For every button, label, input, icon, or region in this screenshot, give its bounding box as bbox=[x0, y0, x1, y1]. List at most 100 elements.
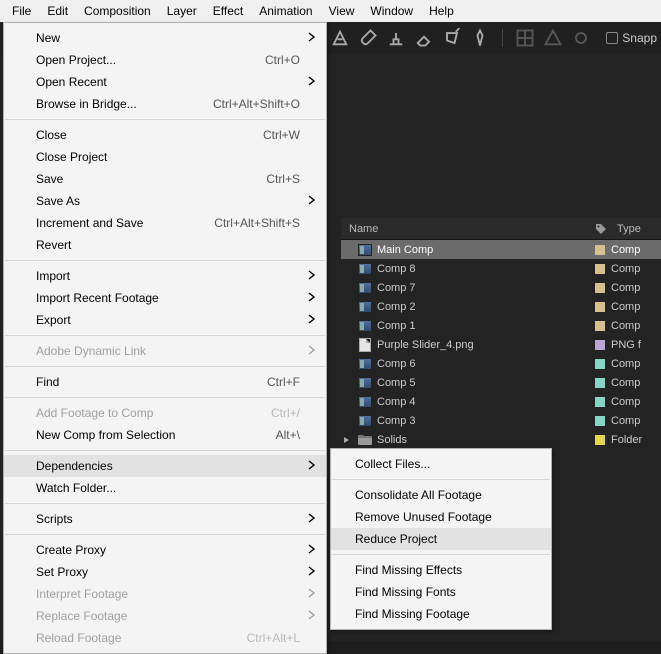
project-row[interactable]: Comp 2Comp bbox=[341, 297, 661, 316]
menuitem-import[interactable]: Import bbox=[4, 265, 326, 287]
menuitem-close[interactable]: CloseCtrl+W bbox=[4, 124, 326, 146]
submenuitem-find-missing-footage[interactable]: Find Missing Footage bbox=[331, 603, 551, 625]
menu-file[interactable]: File bbox=[4, 1, 39, 21]
composition-icon bbox=[358, 282, 372, 294]
menuitem-label: Browse in Bridge... bbox=[36, 97, 213, 111]
menuitem-scripts[interactable]: Scripts bbox=[4, 508, 326, 530]
menuitem-label: Scripts bbox=[36, 512, 300, 526]
menuitem-label: Add Footage to Comp bbox=[36, 406, 271, 420]
grid-icon[interactable] bbox=[515, 28, 535, 48]
dependencies-submenu: Collect Files... Consolidate All Footage R… bbox=[330, 448, 552, 630]
brush-icon[interactable] bbox=[358, 28, 378, 48]
submenuitem-reduce-project[interactable]: Reduce Project bbox=[331, 528, 551, 550]
view-icon[interactable] bbox=[571, 28, 591, 48]
menuitem-create-proxy[interactable]: Create Proxy bbox=[4, 539, 326, 561]
project-item-type: Comp bbox=[611, 396, 661, 408]
menuitem-label: Watch Folder... bbox=[36, 481, 300, 495]
menuitem-label: Close bbox=[36, 128, 263, 142]
menuitem-revert[interactable]: Revert bbox=[4, 234, 326, 256]
submenuitem-collect-files[interactable]: Collect Files... bbox=[331, 453, 551, 475]
snapping-toggle[interactable]: Snapp bbox=[606, 31, 661, 45]
project-item-name: Comp 6 bbox=[373, 358, 589, 370]
project-item-type: Comp bbox=[611, 415, 661, 427]
project-row[interactable]: Comp 5Comp bbox=[341, 373, 661, 392]
menu-help[interactable]: Help bbox=[421, 1, 462, 21]
project-row[interactable]: Comp 6Comp bbox=[341, 354, 661, 373]
menuitem-close-project[interactable]: Close Project bbox=[4, 146, 326, 168]
project-row[interactable]: Solids Folder bbox=[341, 430, 661, 449]
submenuitem-remove-unused-footage[interactable]: Remove Unused Footage bbox=[331, 506, 551, 528]
project-row[interactable]: Comp 7Comp bbox=[341, 278, 661, 297]
menu-window[interactable]: Window bbox=[362, 1, 421, 21]
menuitem-browse-in-bridge[interactable]: Browse in Bridge...Ctrl+Alt+Shift+O bbox=[4, 93, 326, 115]
roto-icon[interactable] bbox=[442, 28, 462, 48]
menuitem-set-proxy[interactable]: Set Proxy bbox=[4, 561, 326, 583]
folder-icon bbox=[358, 435, 372, 445]
project-item-type: PNG f bbox=[611, 339, 661, 351]
submenuitem-label: Consolidate All Footage bbox=[355, 488, 482, 502]
menuitem-label: Find bbox=[36, 375, 267, 389]
menu-view[interactable]: View bbox=[321, 1, 363, 21]
submenu-separator bbox=[332, 479, 550, 480]
project-row[interactable]: Comp 3Comp bbox=[341, 411, 661, 430]
menu-effect[interactable]: Effect bbox=[205, 1, 251, 21]
menuitem-open-project[interactable]: Open Project...Ctrl+O bbox=[4, 49, 326, 71]
project-item-name: Comp 8 bbox=[373, 263, 589, 275]
menuitem-interpret-footage: Interpret Footage bbox=[4, 583, 326, 605]
col-tag-header[interactable] bbox=[591, 223, 611, 235]
submenuitem-label: Remove Unused Footage bbox=[355, 510, 492, 524]
project-item-name: Solids bbox=[373, 434, 589, 446]
menuitem-save[interactable]: SaveCtrl+S bbox=[4, 168, 326, 190]
menuitem-label: Save bbox=[36, 172, 266, 186]
menu-composition[interactable]: Composition bbox=[76, 1, 159, 21]
project-row[interactable]: Comp 4Comp bbox=[341, 392, 661, 411]
submenuitem-consolidate-all-footage[interactable]: Consolidate All Footage bbox=[331, 484, 551, 506]
menu-layer[interactable]: Layer bbox=[159, 1, 205, 21]
menuitem-label: Save As bbox=[36, 194, 300, 208]
menuitem-export[interactable]: Export bbox=[4, 309, 326, 331]
eraser-icon[interactable] bbox=[414, 28, 434, 48]
menuitem-label: New Comp from Selection bbox=[36, 428, 276, 442]
menuitem-save-as[interactable]: Save As bbox=[4, 190, 326, 212]
pen-tool-icon[interactable] bbox=[330, 28, 350, 48]
submenuitem-find-missing-fonts[interactable]: Find Missing Fonts bbox=[331, 581, 551, 603]
col-type-header[interactable]: Type bbox=[611, 223, 661, 235]
menu-animation[interactable]: Animation bbox=[251, 1, 320, 21]
stamp-icon[interactable] bbox=[386, 28, 406, 48]
submenuitem-label: Find Missing Footage bbox=[355, 607, 470, 621]
project-row[interactable]: Comp 8 Comp bbox=[341, 259, 661, 278]
submenuitem-label: Find Missing Fonts bbox=[355, 585, 456, 599]
menuitem-shortcut: Ctrl+Alt+L bbox=[247, 631, 300, 645]
project-item-name: Comp 5 bbox=[373, 377, 589, 389]
menuitem-watch-folder[interactable]: Watch Folder... bbox=[4, 477, 326, 499]
menu-separator bbox=[5, 119, 325, 120]
label-swatch bbox=[595, 245, 605, 255]
menuitem-increment-and-save[interactable]: Increment and SaveCtrl+Alt+Shift+S bbox=[4, 212, 326, 234]
project-row[interactable]: Main CompComp bbox=[341, 240, 661, 259]
menuitem-find[interactable]: FindCtrl+F bbox=[4, 371, 326, 393]
project-item-type: Comp bbox=[611, 282, 661, 294]
project-item-type: Folder bbox=[611, 434, 661, 446]
project-item-type: Comp bbox=[611, 263, 661, 275]
menuitem-shortcut: Alt+\ bbox=[276, 428, 300, 442]
pin-icon[interactable] bbox=[470, 28, 490, 48]
menuitem-dependencies[interactable]: Dependencies bbox=[4, 455, 326, 477]
menuitem-new[interactable]: New bbox=[4, 27, 326, 49]
label-swatch bbox=[595, 359, 605, 369]
menuitem-new-comp-from-selection[interactable]: New Comp from SelectionAlt+\ bbox=[4, 424, 326, 446]
image-file-icon bbox=[359, 338, 371, 352]
project-row[interactable]: Comp 1Comp bbox=[341, 316, 661, 335]
menu-edit[interactable]: Edit bbox=[39, 1, 76, 21]
submenuitem-find-missing-effects[interactable]: Find Missing Effects bbox=[331, 559, 551, 581]
col-name-header[interactable]: Name bbox=[341, 223, 591, 235]
composition-icon bbox=[358, 320, 372, 332]
menuitem-shortcut: Ctrl+Alt+Shift+O bbox=[213, 97, 300, 111]
menuitem-open-recent[interactable]: Open Recent bbox=[4, 71, 326, 93]
menuitem-label: Set Proxy bbox=[36, 565, 300, 579]
project-row[interactable]: Purple Slider_4.png PNG f bbox=[341, 335, 661, 354]
snapping-checkbox[interactable] bbox=[606, 32, 618, 44]
project-item-name: Purple Slider_4.png bbox=[373, 339, 589, 351]
shape-icon[interactable] bbox=[543, 28, 563, 48]
menuitem-import-recent-footage[interactable]: Import Recent Footage bbox=[4, 287, 326, 309]
project-item-type: Comp bbox=[611, 244, 661, 256]
